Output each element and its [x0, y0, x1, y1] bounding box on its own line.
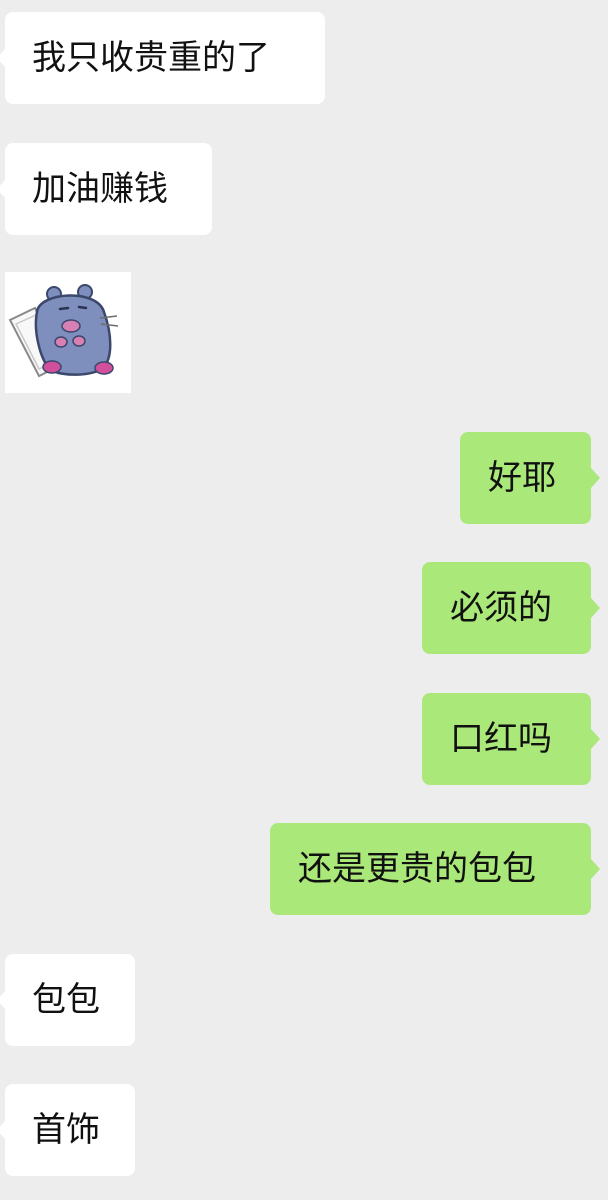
- incoming-message-bubble[interactable]: 加油赚钱: [0, 143, 212, 235]
- outgoing-message-bubble[interactable]: 好耶: [460, 432, 600, 524]
- chat-message-list: 我只收贵重的了 加油赚钱 好耶 必须的 口红吗 还是更贵的包包 包包 首饰: [0, 0, 608, 1200]
- incoming-message-bubble[interactable]: 首饰: [0, 1084, 135, 1176]
- sleeping-hamster-icon: [5, 272, 131, 393]
- outgoing-message-bubble[interactable]: 口红吗: [422, 693, 600, 785]
- outgoing-message-bubble[interactable]: 还是更贵的包包: [270, 823, 600, 915]
- hamster-sticker-message[interactable]: [5, 272, 131, 393]
- outgoing-message-bubble[interactable]: 必须的: [422, 562, 600, 654]
- incoming-message-bubble[interactable]: 包包: [0, 954, 135, 1046]
- incoming-message-bubble[interactable]: 我只收贵重的了: [0, 12, 325, 104]
